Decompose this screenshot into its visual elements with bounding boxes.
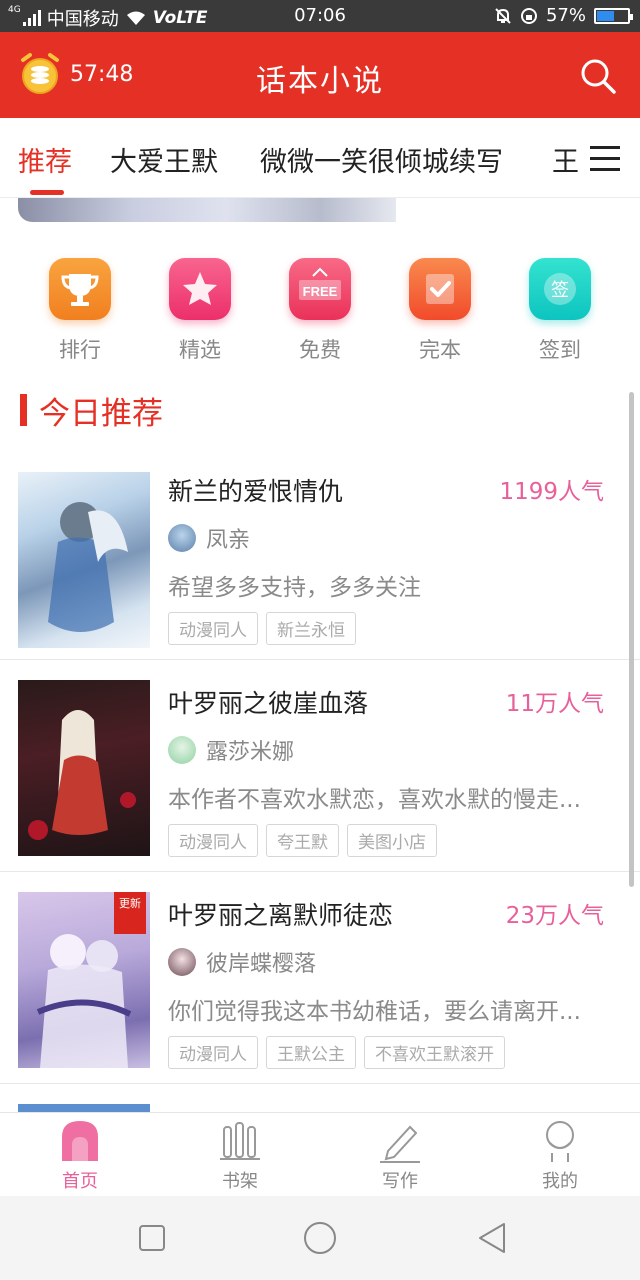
quick-link-completed[interactable]: 完本 xyxy=(380,250,500,364)
quick-link-free[interactable]: FREE 免费 xyxy=(260,250,380,364)
recent-apps-icon[interactable] xyxy=(138,1224,166,1252)
nav-home[interactable]: 首页 xyxy=(0,1119,160,1193)
book-tag[interactable]: 夸王默 xyxy=(266,824,339,857)
nav-write[interactable]: 写作 xyxy=(320,1119,480,1193)
section-header: 今日推荐 xyxy=(20,390,163,432)
nav-label: 首页 xyxy=(62,1171,98,1192)
battery-percent: 57% xyxy=(545,5,586,26)
book-item-partial[interactable] xyxy=(18,1104,150,1112)
quick-link-label: 排行 xyxy=(59,338,101,362)
tab-da-ai-wang-mo[interactable]: 大爱王默 xyxy=(110,140,218,179)
quick-link-label: 免费 xyxy=(299,338,341,362)
book-popularity: 1199人气 xyxy=(499,479,604,505)
battery-icon xyxy=(594,7,633,24)
tab-menu-button[interactable] xyxy=(578,118,640,197)
quick-link-ranking[interactable]: 排行 xyxy=(20,250,140,364)
book-cover[interactable]: 更新 xyxy=(18,892,150,1068)
book-item[interactable]: 更新 叶罗丽之离默师徒恋 23万人气 彼岸蝶樱落 你们觉得我这本书幼稚话，要么请… xyxy=(0,872,640,1084)
page-title: 话本小说 xyxy=(256,64,384,99)
app-header: 57:48 话本小说 xyxy=(0,32,640,118)
bookshelf-icon xyxy=(220,1119,260,1163)
avatar xyxy=(168,524,196,552)
book-popularity: 23万人气 xyxy=(505,903,604,929)
section-accent-bar xyxy=(20,394,27,426)
book-author[interactable]: 彼岸蝶樱落 xyxy=(168,946,316,978)
author-name: 凤亲 xyxy=(206,528,251,553)
avatar xyxy=(168,948,196,976)
nav-bookshelf[interactable]: 书架 xyxy=(160,1119,320,1193)
author-name: 露莎米娜 xyxy=(206,740,295,765)
active-tab-indicator xyxy=(30,190,64,195)
home-button-icon[interactable] xyxy=(302,1220,338,1256)
book-item[interactable]: 叶罗丽之彼崖血落 11万人气 露莎米娜 本作者不喜欢水默恋，喜欢水默的慢走...… xyxy=(0,660,640,872)
book-tags: 动漫同人 夸王默 美图小店 xyxy=(168,824,437,857)
pencil-icon xyxy=(380,1119,420,1163)
book-cover[interactable] xyxy=(18,472,150,648)
nav-profile[interactable]: 我的 xyxy=(480,1119,640,1193)
trophy-icon xyxy=(49,258,111,320)
book-author[interactable]: 凤亲 xyxy=(168,522,250,554)
book-tag[interactable]: 动漫同人 xyxy=(168,1036,258,1069)
quick-link-label: 精选 xyxy=(179,338,221,362)
quick-links: 排行 精选 FREE 免费 完本 签 签到 xyxy=(0,250,640,370)
book-item[interactable]: 新兰的爱恨情仇 1199人气 凤亲 希望多多支持，多多关注 动漫同人 新兰永恒 xyxy=(0,448,640,660)
star-icon xyxy=(169,258,231,320)
book-popularity: 11万人气 xyxy=(505,691,604,717)
book-title: 叶罗丽之彼崖血落 xyxy=(168,689,369,718)
status-bar: 4G 中国移动 VoLTE 07:06 57% xyxy=(0,0,640,32)
book-description: 希望多多支持，多多关注 xyxy=(168,575,421,601)
mute-icon xyxy=(495,7,511,24)
nav-label: 书架 xyxy=(222,1171,258,1192)
book-title: 叶罗丽之离默师徒恋 xyxy=(168,901,394,930)
home-icon xyxy=(60,1119,100,1163)
sign-in-icon: 签 xyxy=(529,258,591,320)
book-tag[interactable]: 美图小店 xyxy=(347,824,437,857)
search-icon[interactable] xyxy=(578,56,618,96)
back-icon[interactable] xyxy=(476,1220,508,1256)
profile-icon xyxy=(540,1119,580,1163)
book-tag[interactable]: 动漫同人 xyxy=(168,612,258,645)
update-badge: 更新 xyxy=(114,892,146,934)
system-navigation-bar xyxy=(0,1196,640,1280)
category-tabs: 推荐 大爱王默 微微一笑很倾城续写 王昭 xyxy=(0,118,640,198)
nav-label: 我的 xyxy=(542,1171,578,1192)
quick-link-sign-in[interactable]: 签 签到 xyxy=(500,250,620,364)
book-tag[interactable]: 王默公主 xyxy=(266,1036,356,1069)
book-description: 你们觉得我这本书幼稚话，要么请离开... xyxy=(168,999,581,1025)
bottom-navigation: 首页 书架 写作 我的 xyxy=(0,1112,640,1196)
book-tags: 动漫同人 新兰永恒 xyxy=(168,612,356,645)
author-name: 彼岸蝶樱落 xyxy=(206,952,317,977)
book-tag[interactable]: 动漫同人 xyxy=(168,824,258,857)
book-title: 新兰的爱恨情仇 xyxy=(168,477,344,506)
book-cover[interactable] xyxy=(18,680,150,856)
rotation-lock-icon xyxy=(520,7,537,24)
tab-weiwei-sequel[interactable]: 微微一笑很倾城续写 xyxy=(260,140,503,179)
quick-link-featured[interactable]: 精选 xyxy=(140,250,260,364)
avatar xyxy=(168,736,196,764)
section-title: 今日推荐 xyxy=(39,395,163,432)
book-tag[interactable]: 新兰永恒 xyxy=(266,612,356,645)
banner-image[interactable] xyxy=(18,198,396,222)
check-icon xyxy=(409,258,471,320)
free-tag-text: FREE xyxy=(303,284,338,299)
sign-in-glyph: 签 xyxy=(551,280,569,301)
book-author[interactable]: 露莎米娜 xyxy=(168,734,294,766)
book-tag[interactable]: 不喜欢王默滚开 xyxy=(364,1036,505,1069)
free-tag-icon: FREE xyxy=(289,258,351,320)
quick-link-label: 签到 xyxy=(539,338,581,362)
book-description: 本作者不喜欢水默恋，喜欢水默的慢走... xyxy=(168,787,581,813)
nav-label: 写作 xyxy=(382,1171,418,1192)
tab-recommend[interactable]: 推荐 xyxy=(18,140,72,179)
scrollbar[interactable] xyxy=(629,392,634,887)
book-tags: 动漫同人 王默公主 不喜欢王默滚开 xyxy=(168,1036,505,1069)
quick-link-label: 完本 xyxy=(419,338,461,362)
